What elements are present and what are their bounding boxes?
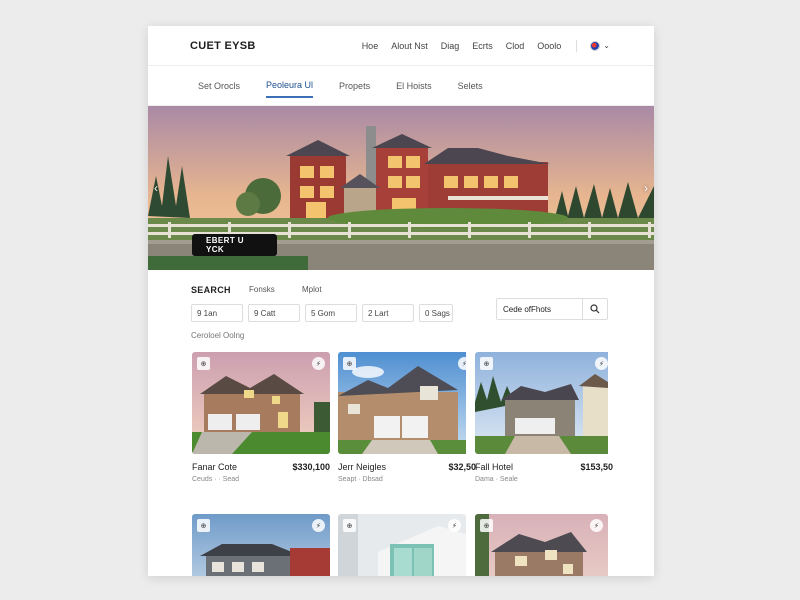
filter-2[interactable]: 9 Catt: [248, 304, 300, 322]
top-nav: Hoe Alout Nst Diag Ecrts Clod Ooolo ⌄: [362, 39, 610, 52]
hero-banner: ‹ › EBERT U YCK: [148, 106, 654, 270]
listing-photo[interactable]: ⊕ ⚡: [192, 514, 330, 576]
favorite-icon[interactable]: ⚡: [595, 357, 608, 370]
listing-photo[interactable]: ⊕ ⚡: [338, 352, 476, 454]
listing-card[interactable]: ⊕ ⚡: [475, 514, 613, 576]
hero-prev-arrow[interactable]: ‹: [154, 181, 158, 195]
hero-cta-button[interactable]: EBERT U YCK: [192, 234, 277, 256]
compare-icon[interactable]: ⊕: [480, 519, 493, 532]
search-box: [496, 298, 608, 320]
flag-icon: [590, 40, 601, 51]
listing-photo[interactable]: ⊕ ⚡: [338, 514, 466, 576]
compare-icon[interactable]: ⊕: [480, 357, 493, 370]
search-filters: 9 1an 9 Catt 5 Gom 2 Lart 0 Sags: [191, 304, 453, 322]
favorite-icon[interactable]: ⚡: [312, 519, 325, 532]
listing-card[interactable]: ⊕ ⚡: [338, 514, 476, 576]
tab-selets[interactable]: Selets: [458, 75, 483, 97]
listing-photo[interactable]: ⊕ ⚡: [475, 514, 608, 576]
nav-link-events[interactable]: Ecrts: [472, 41, 493, 51]
search-icon[interactable]: [583, 299, 607, 319]
listing-price: $32,50: [448, 462, 476, 472]
brand-logo[interactable]: CUET EYSB: [190, 40, 256, 52]
listing-meta: Seapt · Dbsad: [338, 476, 383, 483]
compare-icon[interactable]: ⊕: [343, 519, 356, 532]
nav-link-other[interactable]: Ooolo: [537, 41, 561, 51]
listing-meta: Dama · Seale: [475, 476, 518, 483]
search-section: SEARCH Fonsks Mplot 9 1an 9 Catt 5 Gom 2…: [148, 270, 654, 350]
search-tab-mplot[interactable]: Mplot: [302, 285, 322, 294]
chevron-down-icon: ⌄: [603, 41, 610, 50]
listing-card[interactable]: ⊕ ⚡ Fanar Cote $330,100 Ceuds · · Sead: [192, 352, 330, 483]
filter-4[interactable]: 2 Lart: [362, 304, 414, 322]
listing-meta: Ceuds · · Sead: [192, 476, 240, 483]
filter-1[interactable]: 9 1an: [191, 304, 243, 322]
search-input[interactable]: [497, 299, 583, 319]
nav-link-about[interactable]: Alout Nst: [391, 41, 428, 51]
listing-photo[interactable]: ⊕ ⚡: [192, 352, 330, 454]
compare-icon[interactable]: ⊕: [197, 357, 210, 370]
search-title: SEARCH: [191, 285, 231, 295]
nav-link-cloud[interactable]: Clod: [506, 41, 525, 51]
filter-3[interactable]: 5 Gom: [305, 304, 357, 322]
filter-5[interactable]: 0 Sags: [419, 304, 453, 322]
listing-row: Jerr Neigles $32,50: [338, 462, 476, 472]
tab-set-orocls[interactable]: Set Orocls: [198, 75, 240, 97]
listing-name: Fall Hotel: [475, 462, 514, 472]
header: CUET EYSB Hoe Alout Nst Diag Ecrts Clod …: [148, 26, 654, 66]
compare-icon[interactable]: ⊕: [197, 519, 210, 532]
sub-nav: Set Orocls Peoleura Ul Propets El Hoists…: [148, 66, 654, 106]
listing-row: Fanar Cote $330,100: [192, 462, 330, 472]
listing-row: Fall Hotel $153,50: [475, 462, 613, 472]
search-caption: Ceroloel Oolng: [191, 331, 245, 340]
listing-card[interactable]: ⊕ ⚡: [192, 514, 330, 576]
nav-divider: [576, 39, 578, 52]
locale-menu[interactable]: ⌄: [590, 40, 610, 51]
favorite-icon[interactable]: ⚡: [312, 357, 325, 370]
hero-next-arrow[interactable]: ›: [644, 181, 648, 195]
compare-icon[interactable]: ⊕: [343, 357, 356, 370]
listing-name: Fanar Cote: [192, 462, 238, 472]
listing-price: $330,100: [292, 462, 330, 472]
listing-photo[interactable]: ⊕ ⚡: [475, 352, 613, 454]
tab-propets[interactable]: Propets: [339, 75, 370, 97]
search-tab-fonsks[interactable]: Fonsks: [249, 285, 275, 294]
favorite-icon[interactable]: ⚡: [458, 357, 471, 370]
nav-link-home[interactable]: Hoe: [362, 41, 379, 51]
favorite-icon[interactable]: ⚡: [590, 519, 603, 532]
listing-card[interactable]: ⊕ ⚡ Fall Hotel $153,50 Dama · Seale: [475, 352, 613, 483]
nav-link-blog[interactable]: Diag: [441, 41, 460, 51]
listing-name: Jerr Neigles: [338, 462, 387, 472]
tab-peoleura-ul[interactable]: Peoleura Ul: [266, 74, 314, 98]
listing-price: $153,50: [580, 462, 613, 472]
listing-card[interactable]: ⊕ ⚡ Jerr Neigles $32,50 Seapt · Dbsad: [338, 352, 476, 483]
tab-el-hoists[interactable]: El Hoists: [396, 75, 432, 97]
listing-page: CUET EYSB Hoe Alout Nst Diag Ecrts Clod …: [148, 26, 654, 576]
favorite-icon[interactable]: ⚡: [448, 519, 461, 532]
